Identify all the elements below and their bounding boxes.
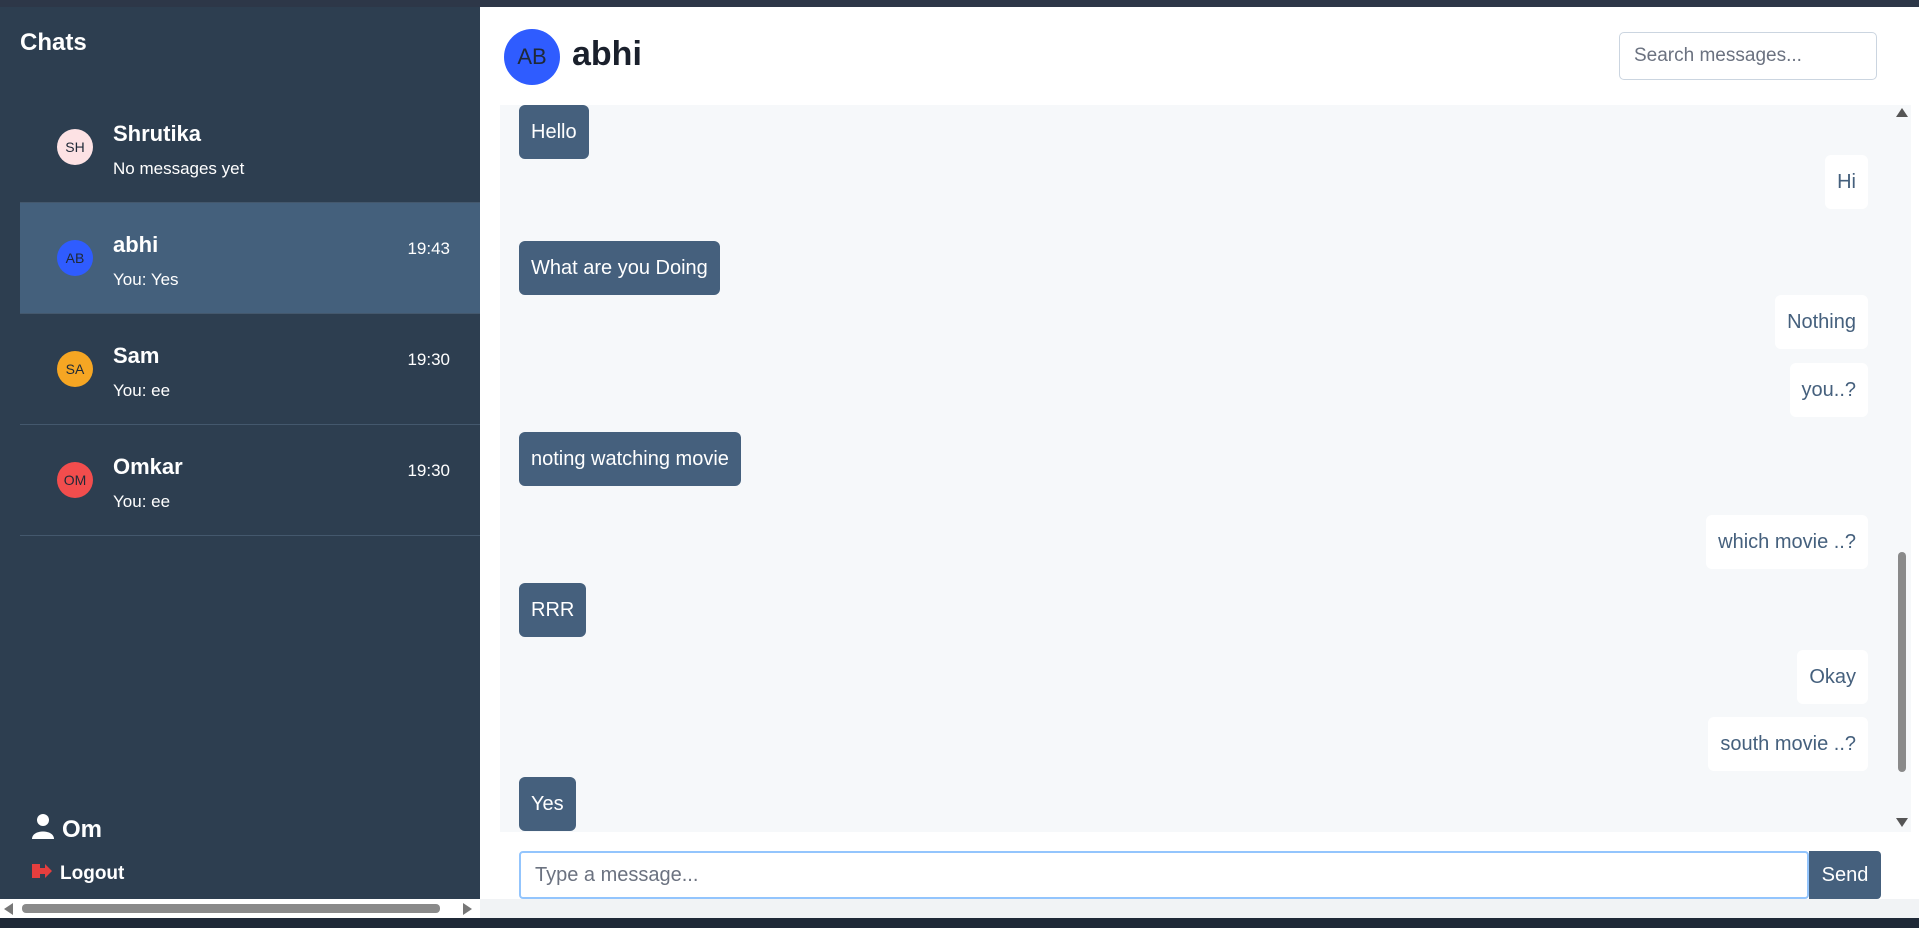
message-incoming: RRR [519,583,587,637]
horizontal-scrollbar[interactable] [0,899,480,918]
chat-item-abhi[interactable]: AB abhi You: Yes 19:43 [20,203,480,314]
horizontal-scroll-thumb[interactable] [22,904,440,913]
chat-name: Sam [113,343,160,368]
message-outgoing: you..? [1789,363,1868,417]
current-user-name: Om [62,815,103,843]
chat-time: 19:30 [407,461,450,480]
message-scrollbar[interactable] [1893,105,1911,832]
message-outgoing: which movie ..? [1706,515,1868,569]
chat-name: Shrutika [113,121,202,146]
message-incoming: Yes [519,777,576,831]
message-incoming: Hello [519,105,589,159]
message-outgoing: Nothing [1775,295,1868,349]
user-icon [32,813,54,846]
scroll-up-arrow-icon[interactable] [1896,108,1908,117]
logout-icon [32,862,52,886]
chat-item-omkar[interactable]: OM Omkar You: ee 19:30 [20,425,480,536]
avatar: AB [504,29,560,85]
avatar: SA [57,351,93,387]
sidebar: Chats SH Shrutika No messages yet AB abh… [0,7,480,899]
chat-item-shrutika[interactable]: SH Shrutika No messages yet [20,92,480,203]
sidebar-footer: Om Logout [32,813,124,886]
chat-name: abhi [113,232,159,257]
scroll-down-arrow-icon[interactable] [1896,818,1908,827]
chat-preview: You: Yes [113,270,179,289]
chat-preview: You: ee [113,492,171,511]
logout-button[interactable]: Logout [32,862,124,886]
sidebar-title: Chats [20,29,87,56]
message-outgoing: Hi [1825,155,1868,209]
chat-panel: AB abhi Hello Hi What are you Doing Noth… [480,7,1919,899]
chat-preview: You: ee [113,381,171,400]
chat-header: AB abhi [480,7,1919,105]
message-list: Hello Hi What are you Doing Nothing you.… [500,105,1893,832]
current-user: Om [32,813,124,846]
message-incoming: What are you Doing [519,241,720,295]
chat-list: SH Shrutika No messages yet AB abhi You:… [20,92,480,536]
search-input[interactable] [1619,32,1877,80]
message-incoming: noting watching movie [519,432,741,486]
chat-time: 19:30 [407,350,450,369]
avatar: SH [57,129,93,165]
chat-contact-name: abhi [572,35,642,73]
avatar: OM [57,462,93,498]
taskbar-strip [0,918,1919,928]
scroll-left-arrow-icon[interactable] [4,903,13,915]
chat-name: Omkar [113,454,183,479]
logout-label: Logout [60,863,125,884]
message-input[interactable] [519,851,1809,899]
chat-time: 19:43 [407,239,450,258]
scroll-right-arrow-icon[interactable] [463,903,472,915]
message-outgoing: Okay [1797,650,1868,704]
avatar: AB [57,240,93,276]
window-top-strip [0,0,1919,7]
send-button[interactable]: Send [1809,851,1881,899]
message-outgoing: south movie ..? [1708,717,1868,771]
vertical-scroll-thumb[interactable] [1898,552,1906,772]
chat-preview: No messages yet [113,159,245,178]
chat-item-sam[interactable]: SA Sam You: ee 19:30 [20,314,480,425]
